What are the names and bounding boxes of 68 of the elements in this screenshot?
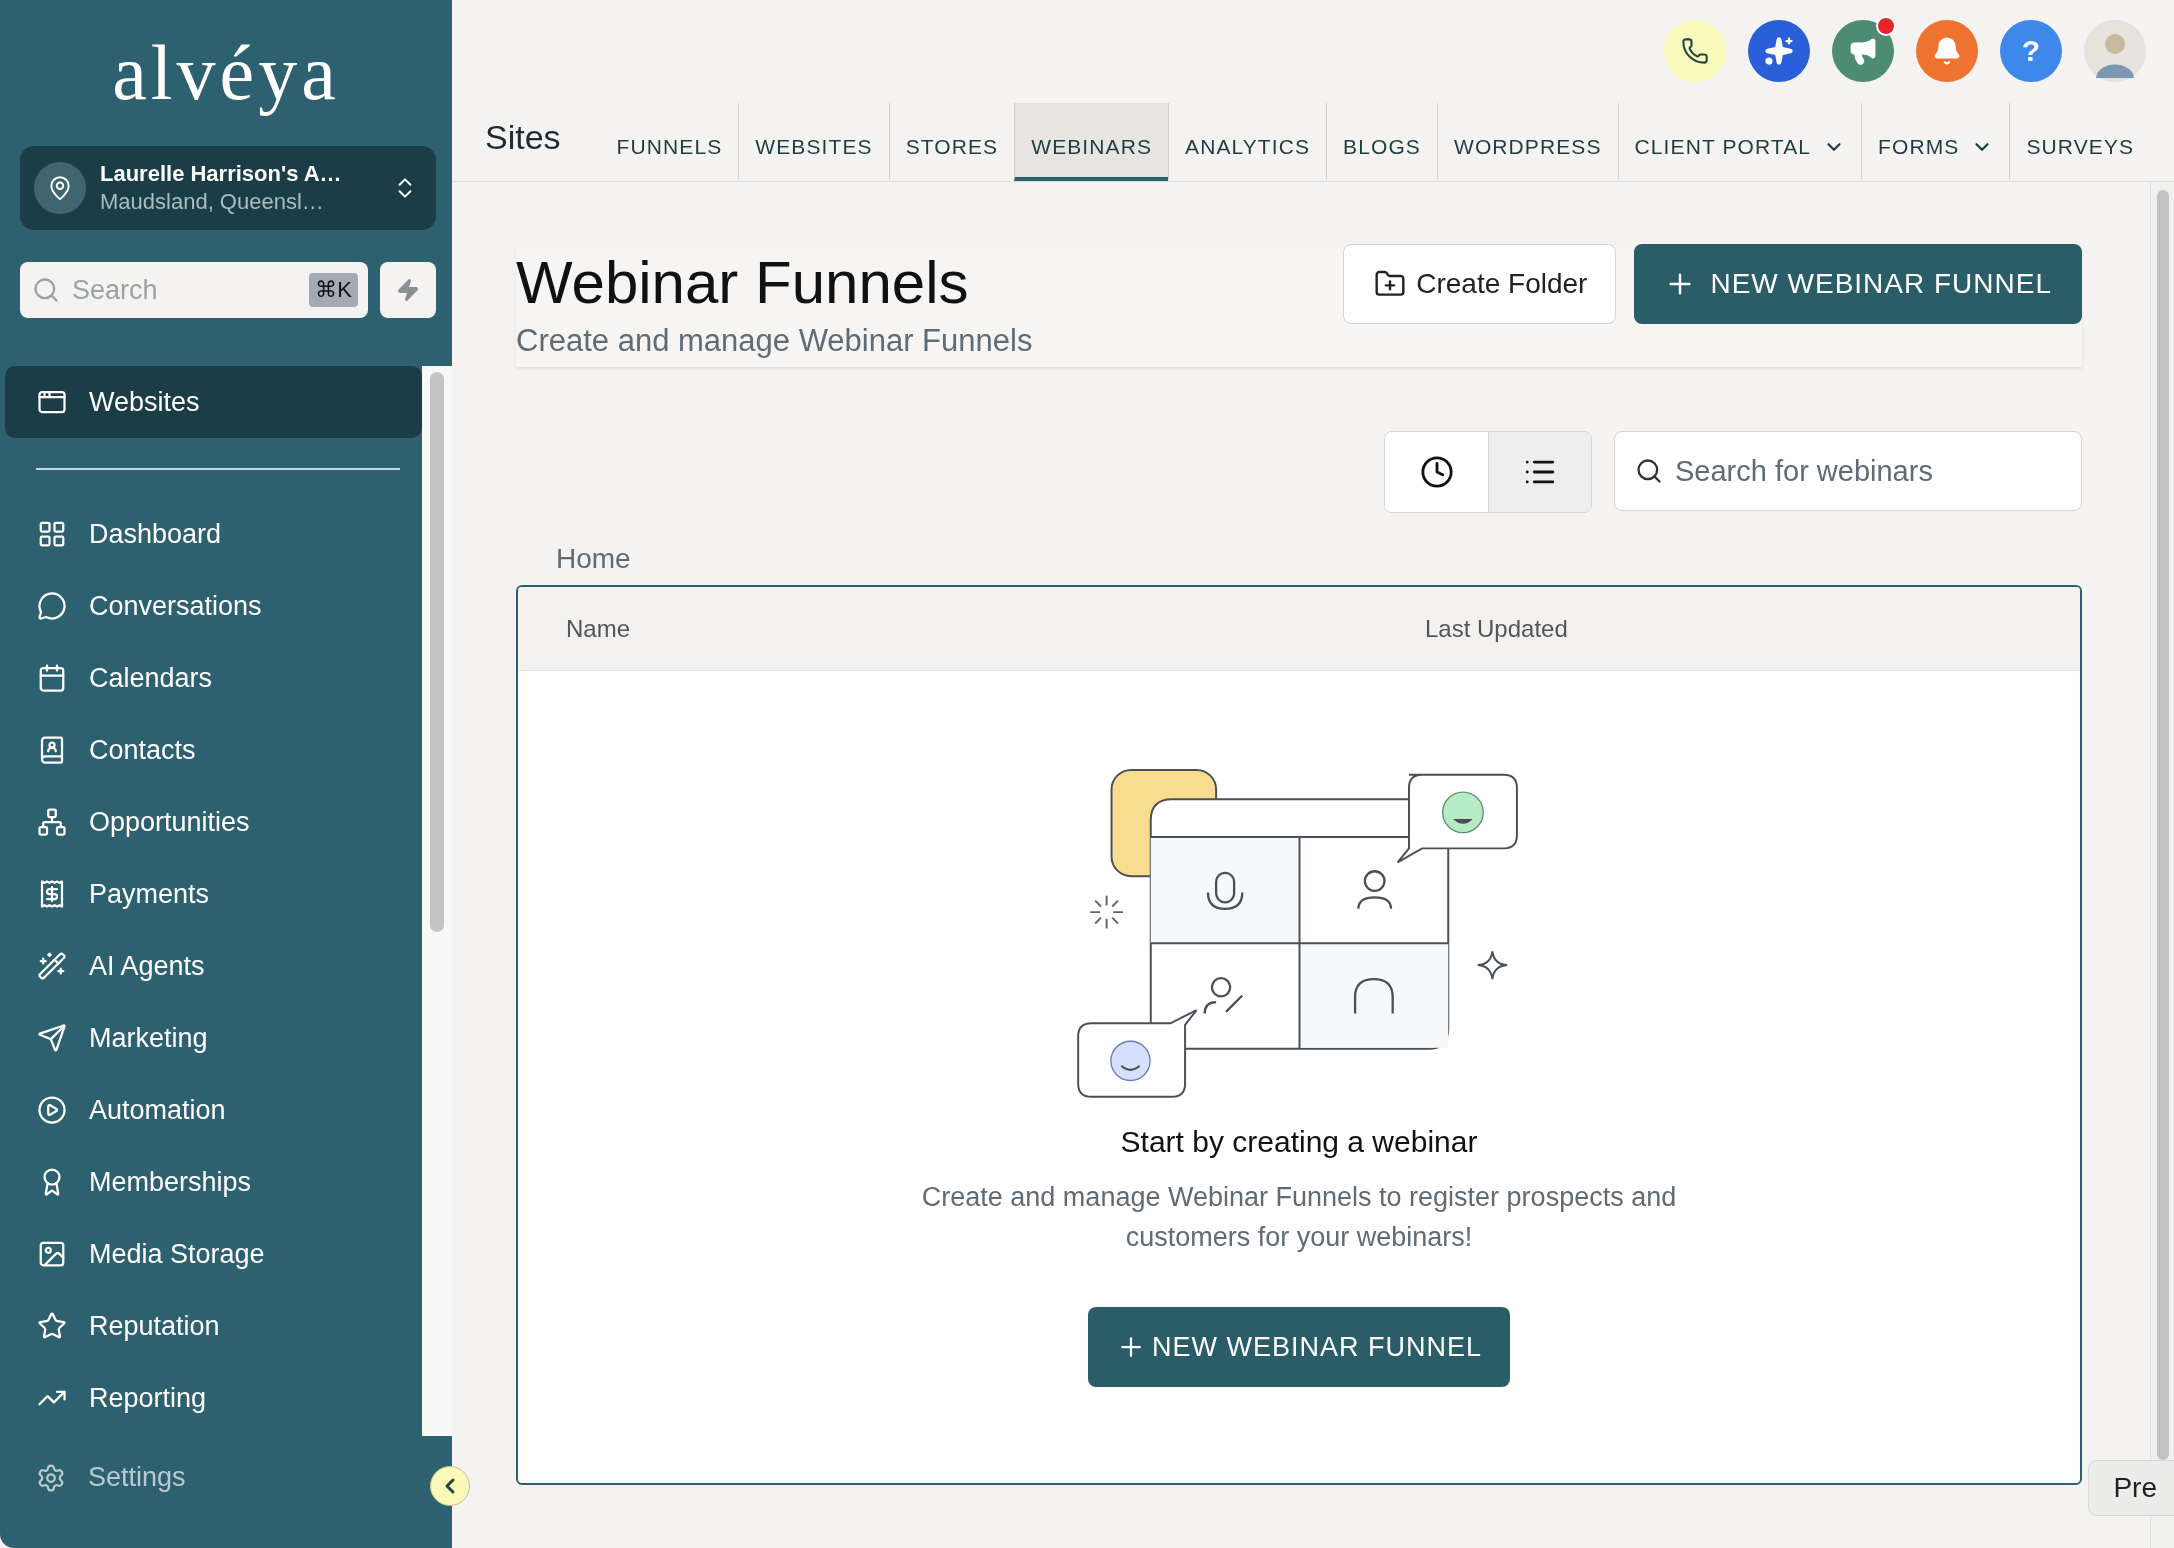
account-name: Laurelle Harrison's A…: [100, 161, 343, 187]
search-input[interactable]: Search: [70, 273, 300, 307]
page-subtitle: Create and manage Webinar Funnels: [516, 323, 1033, 359]
empty-state-description: Create and manage Webinar Funnels to register prospects and customers for your webinars!: [920, 1181, 1678, 1254]
sidebar-item[interactable]: Memberships: [5, 1146, 422, 1218]
nav-tab[interactable]: SURVEYS: [2009, 103, 2151, 181]
scrollbar-thumb[interactable]: [2156, 190, 2169, 1460]
play-circle-icon: [37, 1095, 67, 1125]
magic-wand-icon: [37, 951, 67, 981]
sidebar-item[interactable]: Marketing: [5, 1002, 422, 1074]
search-field[interactable]: Search for webinars: [1614, 431, 2082, 511]
search-icon: [1635, 457, 1663, 485]
account-location: Maudsland, Queensl…: [100, 189, 325, 215]
sidebar-item[interactable]: Contacts: [5, 714, 422, 786]
phone-icon: [1681, 37, 1709, 65]
star-icon: [37, 1311, 67, 1341]
collapse-sidebar-button[interactable]: [430, 1466, 470, 1506]
empty-state-title: Start by creating a webinar: [1120, 1125, 1478, 1159]
bell-icon: [1932, 36, 1962, 66]
sidebar-item[interactable]: Conversations: [5, 570, 422, 642]
location-icon: [34, 162, 86, 214]
column-header: Name: [566, 614, 632, 643]
nav-tab[interactable]: ANALYTICS: [1168, 103, 1327, 181]
corner-button[interactable]: Pre: [2088, 1460, 2174, 1516]
new-funnel-button[interactable]: NEW WEBINAR FUNNEL: [1088, 1307, 1510, 1387]
settings-item[interactable]: Settings: [0, 1462, 186, 1493]
nav-tab[interactable]: FUNNELS: [600, 103, 739, 181]
settings-icon: [36, 1462, 66, 1493]
sparkle-icon: [1764, 36, 1794, 66]
brand-logo: alvéya: [111, 28, 341, 118]
column-header: Last Updated: [1425, 614, 1569, 643]
network-icon: [37, 807, 67, 837]
sidebar-item[interactable]: Automation: [5, 1074, 422, 1146]
sidebar-item[interactable]: Reputation: [5, 1290, 422, 1362]
sidebar-item[interactable]: Dashboard: [5, 498, 422, 570]
chat-bubble-icon: [37, 591, 67, 621]
lightning-icon: [396, 278, 420, 302]
breadcrumb-link[interactable]: Home: [556, 543, 631, 575]
nav-tab[interactable]: WORDPRESS: [1436, 103, 1618, 181]
nav-tab[interactable]: CLIENT PORTAL: [1617, 103, 1862, 181]
search-field[interactable]: Search ⌘K: [20, 262, 368, 318]
scrollbar-thumb[interactable]: [430, 372, 444, 932]
help-button[interactable]: ?: [2000, 20, 2062, 82]
megaphone-icon: [1848, 36, 1878, 66]
page-title: Webinar Funnels: [516, 248, 970, 317]
sidebar-item[interactable]: Payments: [5, 858, 422, 930]
nav-tab[interactable]: WEBSITES: [738, 103, 889, 181]
shortcut-key: ⌘K: [309, 273, 358, 307]
sidebar-item[interactable]: Calendars: [5, 642, 422, 714]
sidebar-item[interactable]: Websites: [5, 366, 422, 438]
sidebar-item[interactable]: Media Storage: [5, 1218, 422, 1290]
sidebar-item[interactable]: AI Agents: [5, 930, 422, 1002]
nav-tab[interactable]: BLOGS: [1326, 103, 1437, 181]
image-icon: [37, 1239, 67, 1269]
create-folder-button[interactable]: Create Folder: [1343, 244, 1617, 324]
calendar-icon: [37, 663, 67, 693]
account-switcher[interactable]: Laurelle Harrison's A… Maudsland, Queensl…: [20, 146, 436, 230]
search-icon: [32, 276, 60, 304]
nav-tab[interactable]: FORMS: [1861, 103, 2010, 181]
quick-action-button[interactable]: [380, 262, 436, 318]
section-title: Sites: [485, 117, 561, 157]
clock-icon: [1419, 455, 1454, 489]
paper-plane-icon: [37, 1023, 67, 1053]
sidebar-item[interactable]: Opportunities: [5, 786, 422, 858]
grid-icon: [37, 519, 67, 549]
sidebar-item[interactable]: Reporting: [5, 1362, 422, 1434]
new-funnel-button[interactable]: NEW WEBINAR FUNNEL: [1634, 244, 2082, 324]
nav-tab[interactable]: WEBINARS: [1014, 103, 1169, 181]
